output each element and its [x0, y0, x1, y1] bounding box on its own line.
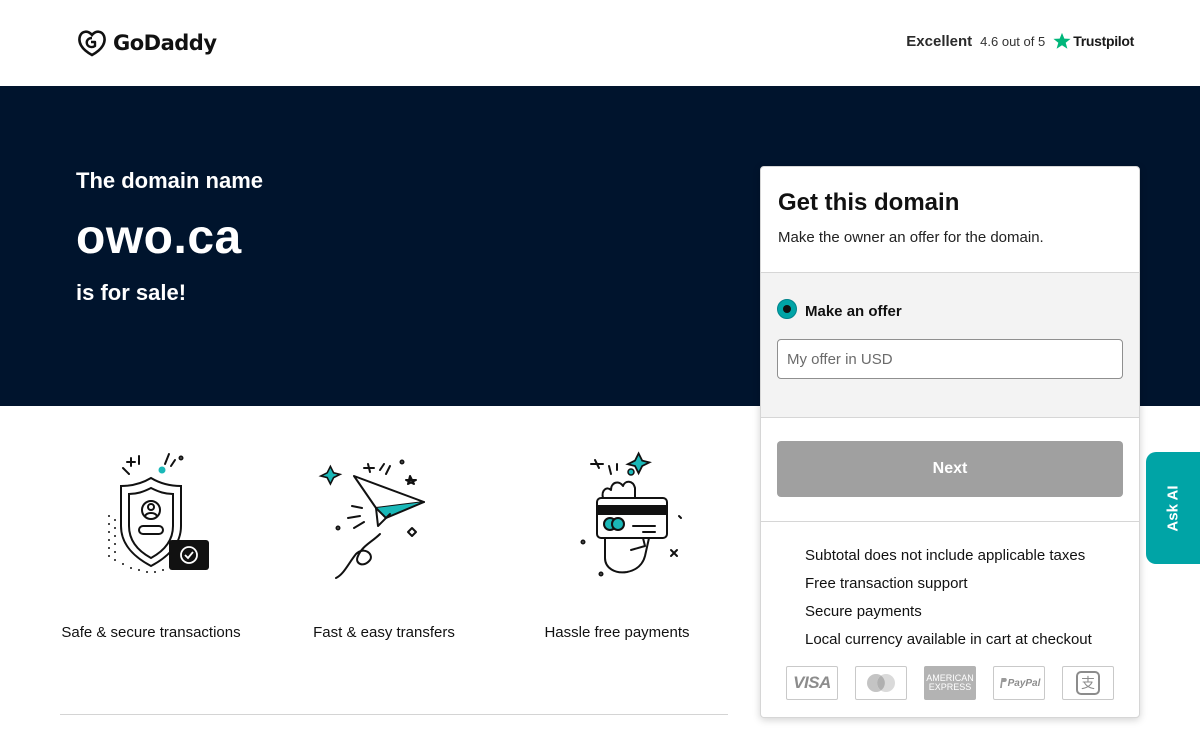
- benefit-item: Free transaction support: [805, 575, 968, 592]
- amex-icon: AMERICAN EXPRESS: [924, 666, 976, 700]
- trustpilot-label: Trustpilot: [1073, 33, 1134, 49]
- benefit-item: Local currency available in cart at chec…: [805, 631, 1092, 648]
- make-offer-radio[interactable]: [777, 299, 797, 319]
- feature-payments: Hassle free payments: [517, 446, 717, 645]
- mastercard-icon: [855, 666, 907, 700]
- domain-name: owo.ca: [76, 211, 242, 264]
- paypal-icon: PayPal: [993, 666, 1045, 700]
- shield-lock-icon: [108, 453, 209, 573]
- godaddy-logo[interactable]: GoDaddy: [77, 28, 217, 58]
- feature-label: Safe & secure transactions: [61, 624, 241, 641]
- sale-status: is for sale!: [76, 280, 187, 305]
- card-divider: [761, 521, 1139, 522]
- section-divider: [60, 714, 728, 715]
- feature-transfers: Fast & easy transfers: [284, 446, 484, 645]
- hero-subtitle: The domain name: [76, 168, 264, 193]
- card-payment-icon: [580, 451, 682, 577]
- benefit-item: Subtotal does not include applicable tax…: [805, 547, 1086, 564]
- benefit-item: Secure payments: [805, 603, 922, 620]
- trustpilot-star-icon: [1053, 32, 1071, 49]
- visa-icon: VISA: [786, 666, 838, 700]
- rating-score: 4.6 out of 5: [980, 33, 1046, 49]
- next-button[interactable]: Next: [777, 441, 1123, 497]
- mastercard-logo: [867, 674, 895, 692]
- offer-input[interactable]: [777, 339, 1123, 379]
- rating-label: Excellent: [906, 32, 973, 50]
- paypal-text: PayPal: [1007, 677, 1041, 689]
- feature-label: Fast & easy transfers: [313, 624, 455, 641]
- ask-ai-label: Ask AI: [1164, 484, 1182, 532]
- ask-ai-button[interactable]: Ask AI: [1146, 452, 1200, 564]
- amex-text: AMERICAN EXPRESS: [926, 673, 974, 692]
- alipay-icon: 支: [1062, 666, 1114, 700]
- site-header: GoDaddy Excellent 4.6 out of 5 Trustpilo…: [0, 0, 1200, 86]
- godaddy-logo-icon: [78, 30, 106, 57]
- paper-plane-icon: [318, 459, 425, 579]
- payment-methods: VISA AMERICAN EXPRESS PayPal 支: [786, 666, 1114, 700]
- offer-section: Make an offer: [761, 272, 1139, 418]
- logo-text: GoDaddy: [113, 31, 217, 55]
- feature-secure: Safe & secure transactions: [51, 446, 251, 645]
- offer-card: Get this domain Make the owner an offer …: [760, 166, 1140, 718]
- trustpilot-rating[interactable]: Excellent 4.6 out of 5 Trustpilot: [906, 32, 1134, 50]
- alipay-logo: 支: [1076, 671, 1100, 695]
- svg-text:支: 支: [1081, 676, 1095, 692]
- card-title: Get this domain: [778, 189, 960, 216]
- trustpilot-logo: Trustpilot: [1053, 32, 1134, 50]
- paypal-mark: [999, 678, 1007, 688]
- benefits-list: Subtotal does not include applicable tax…: [805, 547, 1092, 659]
- make-offer-label[interactable]: Make an offer: [805, 303, 902, 320]
- visa-text: VISA: [793, 673, 831, 692]
- card-description: Make the owner an offer for the domain.: [778, 229, 1044, 246]
- feature-label: Hassle free payments: [544, 624, 690, 641]
